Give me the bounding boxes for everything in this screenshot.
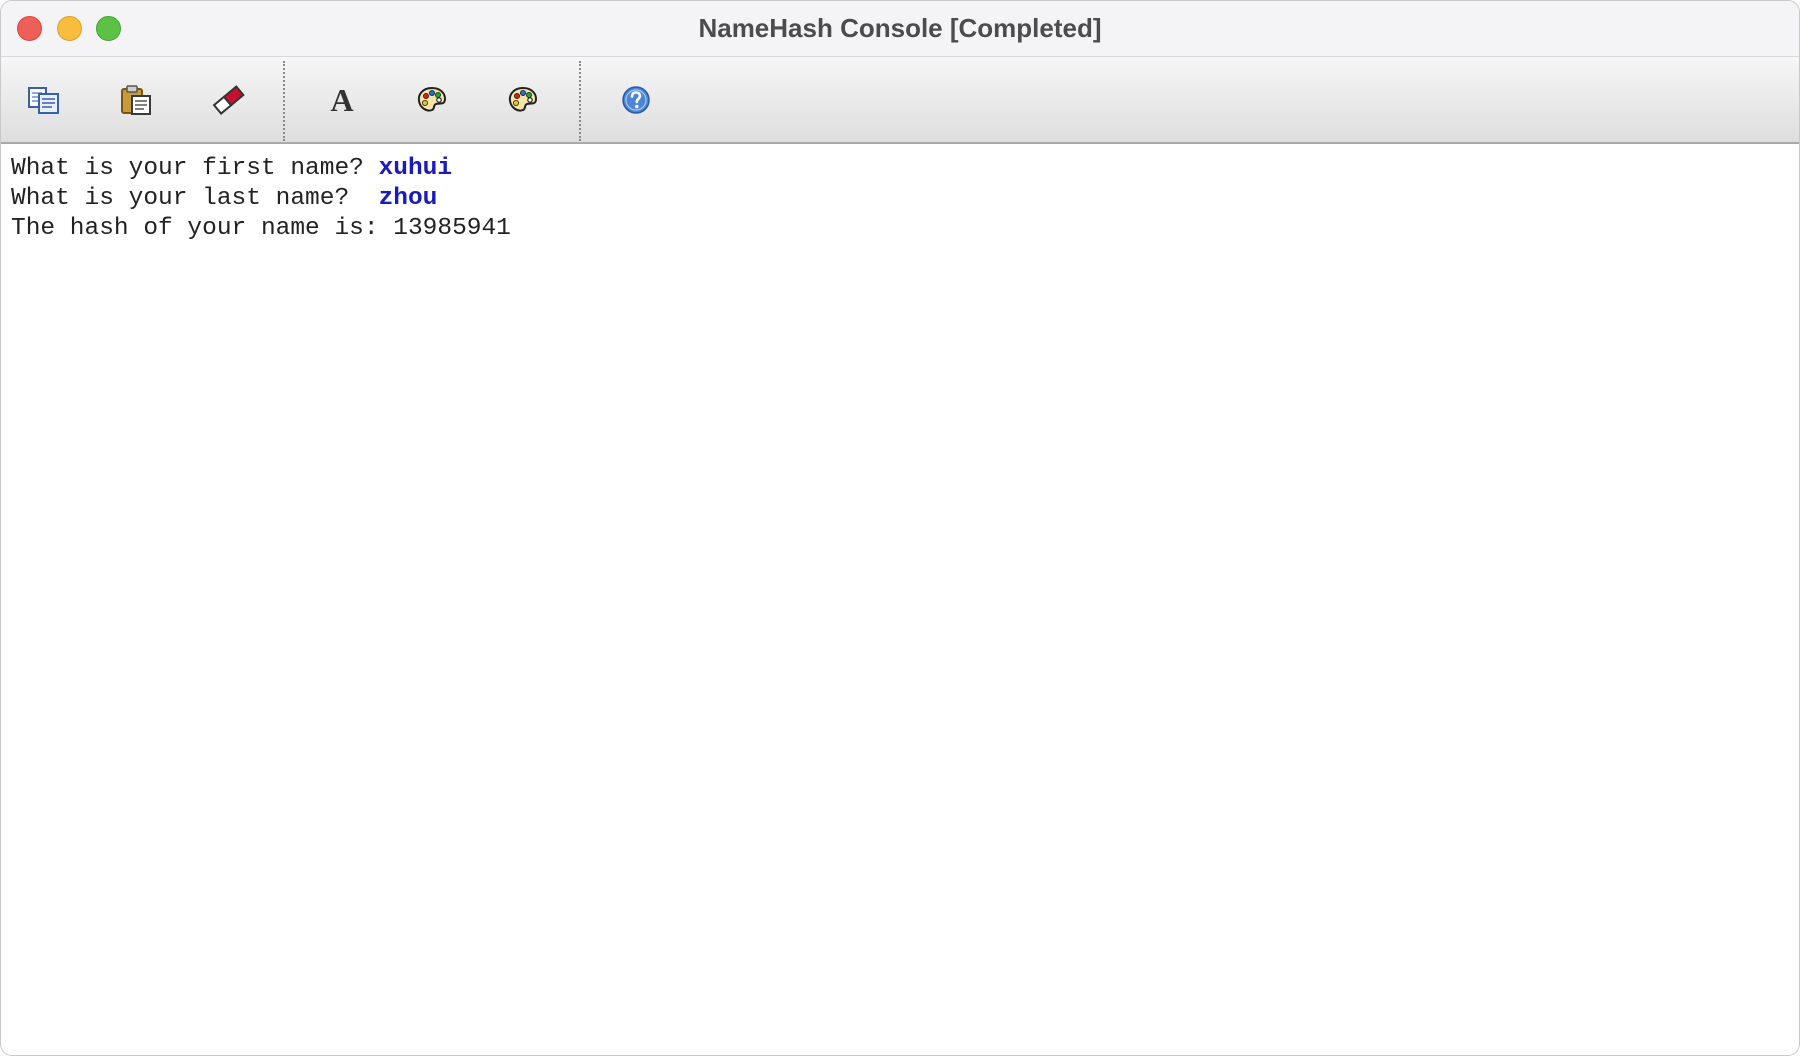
console-line: What is your first name? xuhui <box>11 154 1789 184</box>
console-window: NameHash Console [Completed] A What is y… <box>0 0 1800 1056</box>
toolbar-separator <box>283 61 285 141</box>
toolbar: A <box>1 57 1799 144</box>
console-user-input: zhou <box>378 185 438 212</box>
palette-icon <box>508 86 538 112</box>
paste-button[interactable] <box>113 77 159 123</box>
console-output[interactable]: What is your first name? xuhui What is yo… <box>1 144 1799 1055</box>
console-user-input: xuhui <box>378 155 453 182</box>
console-output-text: The hash of your name is: 13985941 <box>11 215 511 242</box>
copy-button[interactable] <box>21 77 67 123</box>
help-button[interactable] <box>613 77 659 123</box>
console-prompt: What is your first name? <box>11 155 379 182</box>
paste-icon <box>121 85 151 115</box>
palette-icon <box>417 86 447 112</box>
console-line: The hash of your name is: 13985941 <box>11 214 1789 244</box>
console-line: What is your last name? zhou <box>11 184 1789 214</box>
text-color-button[interactable] <box>409 77 455 123</box>
copy-icon <box>28 87 59 114</box>
font-icon: A <box>330 81 354 118</box>
background-color-button[interactable] <box>500 77 546 123</box>
window-title: NameHash Console [Completed] <box>698 13 1102 43</box>
font-button[interactable]: A <box>319 77 365 123</box>
eraser-icon <box>212 85 245 116</box>
clear-button[interactable] <box>205 77 251 123</box>
console-prompt: What is your last name? <box>11 185 379 212</box>
help-icon <box>622 86 650 114</box>
title-bar[interactable]: NameHash Console [Completed] <box>1 1 1799 57</box>
toolbar-separator <box>579 61 581 141</box>
